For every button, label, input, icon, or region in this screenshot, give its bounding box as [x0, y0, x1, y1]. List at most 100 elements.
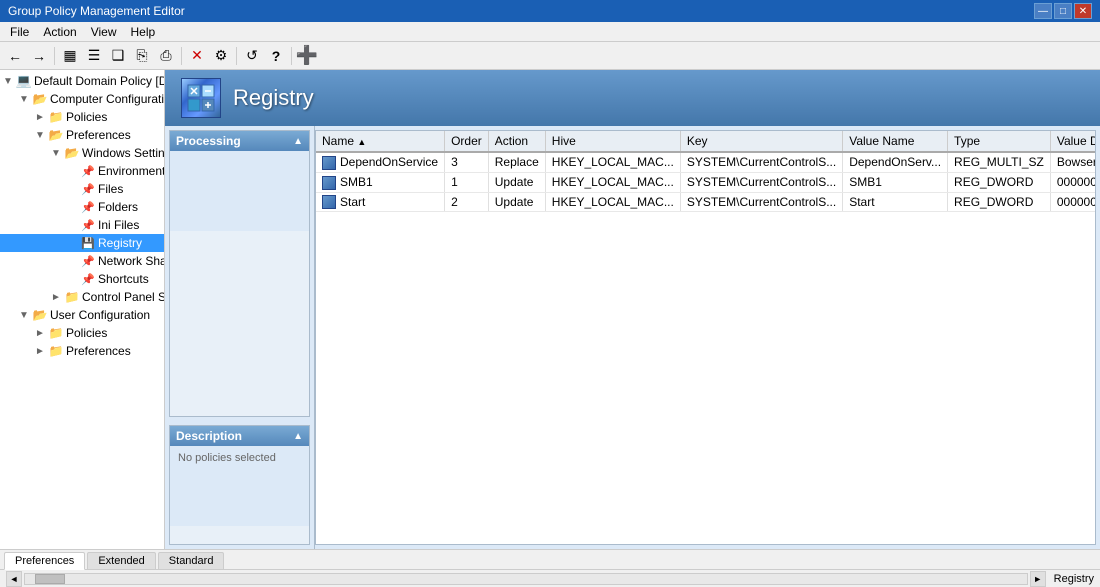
- status-text: Registry: [1054, 573, 1094, 585]
- tree-label-computer-config: Computer Configuration: [50, 92, 165, 106]
- tree-item-folders[interactable]: ► 📌 Folders: [0, 198, 164, 216]
- description-panel-title: Description: [176, 429, 242, 443]
- show-list-button[interactable]: ☰: [83, 45, 105, 67]
- cell-7: Bowser MRxS...: [1050, 152, 1096, 172]
- tree-item-files[interactable]: ► 📌 Files: [0, 180, 164, 198]
- expand-icon-uc: ▼: [16, 307, 32, 323]
- tree-item-computer-config[interactable]: ▼ 📂 Computer Configuration: [0, 90, 164, 108]
- cell-3: HKEY_LOCAL_MAC...: [545, 172, 680, 192]
- tab-extended[interactable]: Extended: [87, 552, 155, 569]
- description-panel: Description ▲ No policies selected: [169, 425, 310, 545]
- leaf-icon-files: 📌: [80, 181, 96, 197]
- col-value-name[interactable]: Value Name: [843, 131, 948, 152]
- paste-button[interactable]: ⎙: [155, 45, 177, 67]
- computer-icon: 💻: [16, 73, 32, 89]
- table-row[interactable]: Start2UpdateHKEY_LOCAL_MAC...SYSTEM\Curr…: [316, 192, 1096, 212]
- tree-label-preferences: Preferences: [66, 128, 131, 142]
- middle-layout: Processing ▲ Description ▲ No policies s…: [165, 126, 1100, 549]
- col-hive[interactable]: Hive: [545, 131, 680, 152]
- col-order[interactable]: Order: [445, 131, 489, 152]
- help-button[interactable]: ?: [265, 45, 287, 67]
- tree-label-control-panel: Control Panel Setting: [82, 290, 165, 304]
- table-row[interactable]: DependOnService3ReplaceHKEY_LOCAL_MAC...…: [316, 152, 1096, 172]
- tree-item-user-policies[interactable]: ► 📁 Policies: [0, 324, 164, 342]
- description-collapse-button[interactable]: ▲: [293, 431, 303, 442]
- tree-item-registry[interactable]: ► 💾 Registry: [0, 234, 164, 252]
- cell-4: SYSTEM\CurrentControlS...: [680, 192, 842, 212]
- expand-icon-ws: ▼: [48, 145, 64, 161]
- scroll-right-button[interactable]: ►: [1030, 571, 1046, 587]
- tree-label-user-policies: Policies: [66, 326, 107, 340]
- tree-item-windows-settings[interactable]: ▼ 📂 Windows Settings: [0, 144, 164, 162]
- new-window-button[interactable]: ❑: [107, 45, 129, 67]
- data-table-area[interactable]: Name ▲ Order Action Hive Key Value Name …: [315, 130, 1096, 545]
- processing-panel-title: Processing: [176, 134, 241, 148]
- title-bar: Group Policy Management Editor — □ ✕: [0, 0, 1100, 22]
- col-value-data[interactable]: Value Data: [1050, 131, 1096, 152]
- menu-file[interactable]: File: [4, 23, 35, 41]
- table-header: Name ▲ Order Action Hive Key Value Name …: [316, 131, 1096, 152]
- tab-standard[interactable]: Standard: [158, 552, 225, 569]
- forward-button[interactable]: →: [28, 45, 50, 67]
- tree-item-network-shares[interactable]: ► 📌 Network Shares: [0, 252, 164, 270]
- leaf-icon-ns: 📌: [80, 253, 96, 269]
- table-row[interactable]: SMB11UpdateHKEY_LOCAL_MAC...SYSTEM\Curre…: [316, 172, 1096, 192]
- description-panel-header: Description ▲: [170, 426, 309, 446]
- registry-title: Registry: [233, 85, 314, 111]
- tree-item-preferences[interactable]: ▼ 📂 Preferences: [0, 126, 164, 144]
- tree-item-control-panel[interactable]: ► 📁 Control Panel Setting: [0, 288, 164, 306]
- cell-1: 1: [445, 172, 489, 192]
- tab-preferences[interactable]: Preferences: [4, 552, 85, 570]
- tree-item-policies[interactable]: ► 📁 Policies: [0, 108, 164, 126]
- minimize-button[interactable]: —: [1034, 3, 1052, 19]
- tree-item-ini-files[interactable]: ► 📌 Ini Files: [0, 216, 164, 234]
- expand-icon: ▼: [0, 73, 16, 89]
- tree-panel[interactable]: ▼ 💻 Default Domain Policy [DC02.CI ▼ 📂 C…: [0, 70, 165, 549]
- toolbar-separator-4: [291, 47, 292, 65]
- menu-action[interactable]: Action: [37, 23, 82, 41]
- tree-item-default-domain[interactable]: ▼ 💻 Default Domain Policy [DC02.CI: [0, 72, 164, 90]
- tree-label-shortcuts: Shortcuts: [98, 272, 149, 286]
- processing-collapse-button[interactable]: ▲: [293, 136, 303, 147]
- registry-header-icon: [181, 78, 221, 118]
- col-type[interactable]: Type: [948, 131, 1051, 152]
- scroll-left-button[interactable]: ◄: [6, 571, 22, 587]
- cell-1: 2: [445, 192, 489, 212]
- cell-0: SMB1: [316, 172, 445, 192]
- properties-button[interactable]: ⚙: [210, 45, 232, 67]
- tree-item-user-preferences[interactable]: ► 📁 Preferences: [0, 342, 164, 360]
- close-button[interactable]: ✕: [1074, 3, 1092, 19]
- show-tree-button[interactable]: ▦: [59, 45, 81, 67]
- folder-icon-uprefs: 📁: [48, 343, 64, 359]
- add-button[interactable]: ➕: [296, 45, 318, 67]
- cell-3: HKEY_LOCAL_MAC...: [545, 192, 680, 212]
- scrollbar[interactable]: [24, 573, 1028, 585]
- col-name[interactable]: Name ▲: [316, 131, 445, 152]
- tree-item-environment[interactable]: ► 📌 Environment: [0, 162, 164, 180]
- tree-item-user-config[interactable]: ▼ 📂 User Configuration: [0, 306, 164, 324]
- delete-button[interactable]: ✕: [186, 45, 208, 67]
- cell-5: SMB1: [843, 172, 948, 192]
- col-key[interactable]: Key: [680, 131, 842, 152]
- registry-icon: 💾: [80, 235, 96, 251]
- processing-panel-header: Processing ▲: [170, 131, 309, 151]
- restore-button[interactable]: □: [1054, 3, 1072, 19]
- refresh-button[interactable]: ↺: [241, 45, 263, 67]
- copy-button[interactable]: ⎘: [131, 45, 153, 67]
- processing-panel: Processing ▲: [169, 130, 310, 417]
- expand-icon-pref: ▼: [32, 127, 48, 143]
- tree-label-default-domain: Default Domain Policy [DC02.CI: [34, 74, 165, 88]
- cell-6: REG_MULTI_SZ: [948, 152, 1051, 172]
- leaf-icon-sc: 📌: [80, 271, 96, 287]
- menu-view[interactable]: View: [85, 23, 123, 41]
- cell-5: DependOnServ...: [843, 152, 948, 172]
- scrollbar-thumb[interactable]: [35, 574, 65, 584]
- tree-item-shortcuts[interactable]: ► 📌 Shortcuts: [0, 270, 164, 288]
- tree-label-windows-settings: Windows Settings: [82, 146, 165, 160]
- col-action[interactable]: Action: [488, 131, 545, 152]
- expand-spacer-ns: ►: [64, 253, 80, 269]
- menu-help[interactable]: Help: [125, 23, 162, 41]
- expand-spacer-sc: ►: [64, 271, 80, 287]
- back-button[interactable]: ←: [4, 45, 26, 67]
- toolbar: ← → ▦ ☰ ❑ ⎘ ⎙ ✕ ⚙ ↺ ? ➕: [0, 42, 1100, 70]
